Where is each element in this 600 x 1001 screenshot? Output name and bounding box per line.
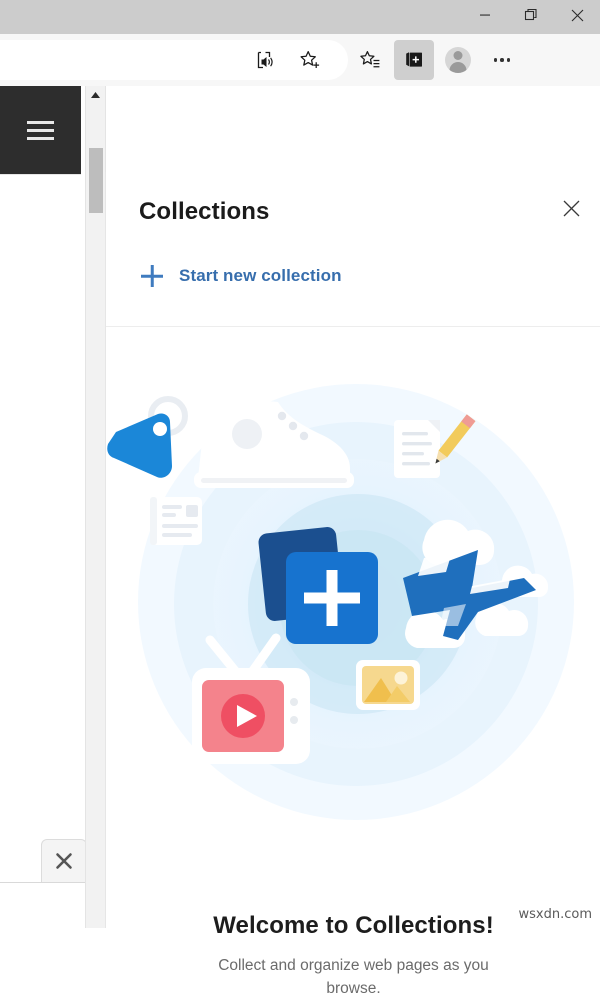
close-window-button[interactable] <box>554 0 600 30</box>
close-panel-button[interactable] <box>553 190 589 226</box>
price-tag-illustration <box>107 396 188 478</box>
watermark: wsxdn.com <box>518 907 593 922</box>
scroll-up-arrow-icon[interactable] <box>86 86 105 104</box>
start-new-collection-label: Start new collection <box>179 266 342 285</box>
start-new-collection-button[interactable]: Start new collection <box>106 241 600 311</box>
page-content-area: Collections Start new collection Welcome… <box>0 86 600 997</box>
restore-button[interactable] <box>508 0 554 30</box>
article-card-illustration <box>150 497 202 545</box>
collections-panel-header: Collections <box>106 172 600 241</box>
scrollbar-thumb[interactable] <box>89 148 103 213</box>
page-title: Collections <box>139 198 270 225</box>
avatar <box>445 47 471 73</box>
close-icon <box>56 853 72 869</box>
favorites-button[interactable] <box>350 40 390 80</box>
empty-state-subtitle: Collect and organize web pages as you br… <box>218 957 489 998</box>
ellipsis-icon <box>493 58 511 62</box>
window-titlebar <box>0 0 600 34</box>
minimize-button[interactable] <box>462 0 508 30</box>
divider <box>0 174 81 175</box>
collections-button[interactable] <box>394 40 434 80</box>
profile-button[interactable] <box>438 40 478 80</box>
image-placeholder-illustration <box>356 660 420 710</box>
empty-state-text: Welcome to Collections! Collect and orga… <box>106 912 600 1001</box>
window-controls <box>462 0 600 34</box>
close-tab-button[interactable] <box>41 839 87 882</box>
hamburger-icon <box>27 120 54 140</box>
plus-icon <box>139 263 165 289</box>
divider <box>0 882 85 883</box>
browser-toolbar <box>0 34 600 87</box>
collections-empty-illustration <box>106 372 600 912</box>
site-menu-button[interactable] <box>0 86 81 174</box>
read-aloud-button[interactable] <box>246 40 286 80</box>
close-icon <box>563 200 579 216</box>
collections-panel: Collections Start new collection Welcome… <box>105 172 600 997</box>
settings-and-more-button[interactable] <box>482 40 522 80</box>
divider <box>106 326 600 327</box>
add-favorite-icon[interactable] <box>290 40 330 80</box>
toolbar-icon-group <box>246 40 526 80</box>
page-scrollbar[interactable] <box>85 86 106 928</box>
